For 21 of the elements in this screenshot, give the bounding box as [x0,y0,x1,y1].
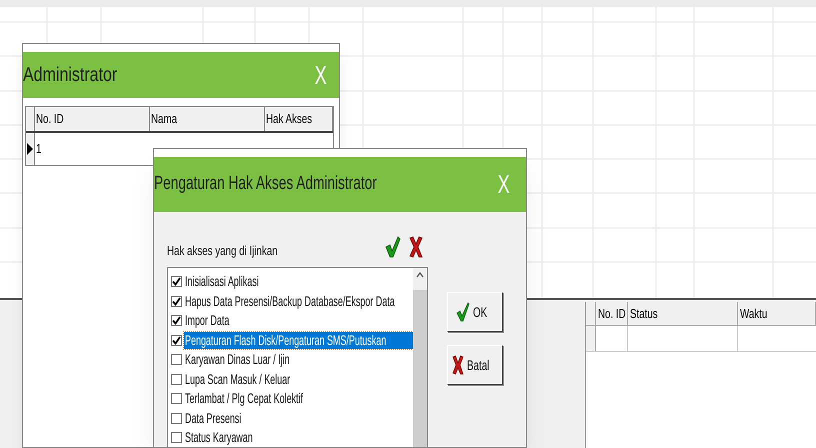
column-header[interactable]: Hak Akses [265,107,333,131]
column-header[interactable]: No. ID [596,302,628,325]
list-item[interactable]: Data Presensi [184,410,273,427]
dialog-title: Pengaturan Hak Akses Administrator [154,172,377,196]
list-item[interactable]: Impor Data [184,312,254,330]
list-item[interactable]: Karyawan Dinas Luar / Ijin [184,351,348,368]
table-cell-text: 1 [36,140,42,158]
cancel-button[interactable]: Batal [447,345,503,385]
list-item[interactable]: Hapus Data Presensi/Backup Database/Ekspor Data [184,292,427,310]
list-item[interactable]: Status Karyawan [184,429,291,446]
list-item[interactable]: Inisialisasi Aplikasi [184,273,300,290]
list-item[interactable]: Pengaturan Flash Disk/Pengaturan SMS/Putuskan [184,332,415,349]
ok-button[interactable]: OK [447,292,503,332]
column-header[interactable]: Status [628,302,738,325]
list-item[interactable]: Terlambat / Plg Cepat Kolektif [184,390,370,408]
column-header[interactable]: No. ID [34,107,150,131]
window-title: Administrator [23,63,118,88]
list-label: Hak akses yang di Ijinkan [167,242,278,260]
column-header[interactable]: Waktu [738,302,816,325]
list-item[interactable]: Lupa Scan Masuk / Keluar [184,370,350,388]
column-header[interactable]: Nama [150,107,266,131]
